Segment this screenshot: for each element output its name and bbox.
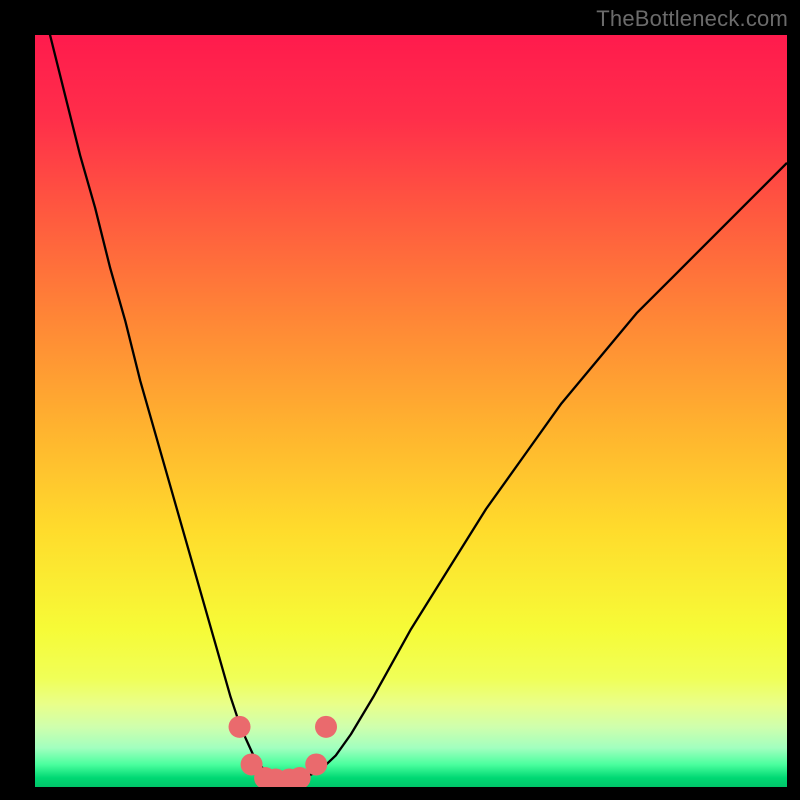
bottleneck-chart bbox=[35, 35, 787, 787]
watermark-label: TheBottleneck.com bbox=[596, 6, 788, 32]
highlight-dot bbox=[305, 753, 327, 775]
plot-area bbox=[35, 35, 787, 787]
highlight-dot bbox=[229, 716, 251, 738]
highlight-dot bbox=[315, 716, 337, 738]
chart-frame: TheBottleneck.com bbox=[0, 0, 800, 800]
